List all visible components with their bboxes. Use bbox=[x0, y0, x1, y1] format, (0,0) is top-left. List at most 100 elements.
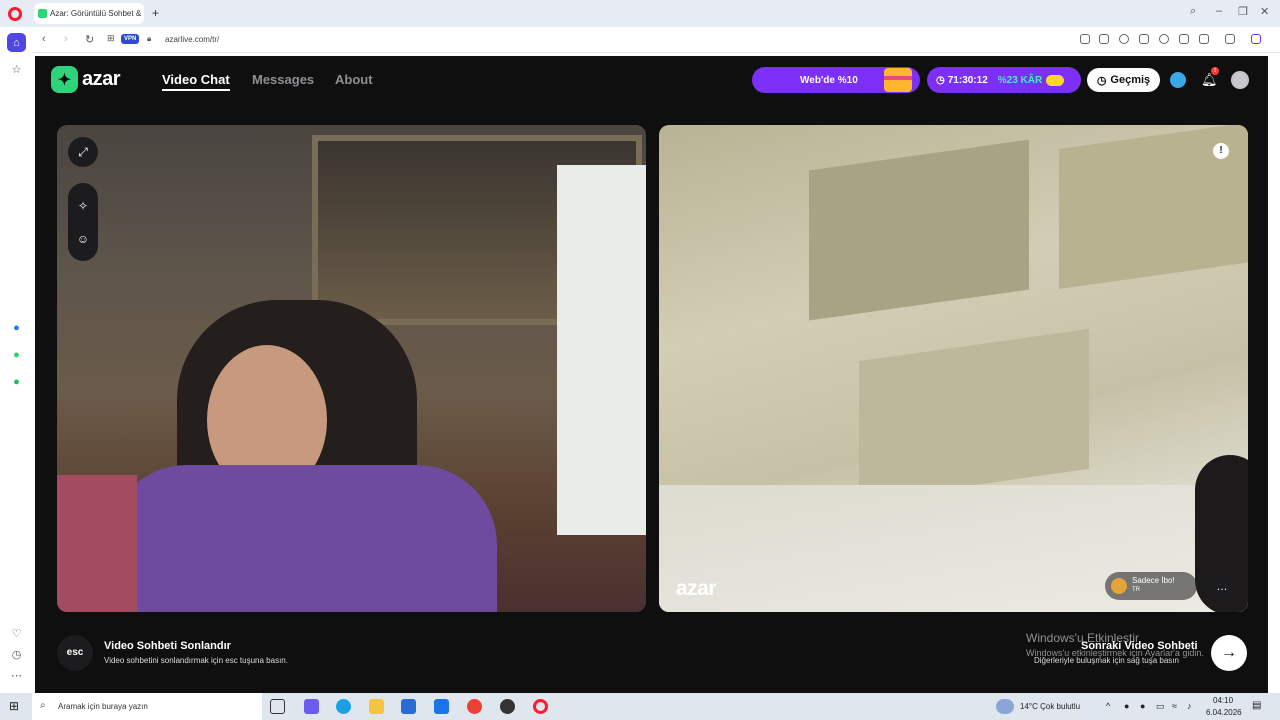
close-icon[interactable]: ✕ bbox=[1260, 5, 1269, 18]
timer-text: 71:30:12 bbox=[947, 74, 988, 86]
tray-app-icon[interactable]: ● bbox=[1124, 701, 1129, 711]
minimize-icon[interactable]: – bbox=[1216, 5, 1222, 17]
fridge-image bbox=[557, 165, 646, 535]
lock-icon[interactable]: 🔒︎ bbox=[147, 34, 151, 44]
store-icon[interactable] bbox=[401, 699, 416, 714]
player-icon[interactable] bbox=[1139, 34, 1149, 44]
blanket-image bbox=[57, 475, 137, 612]
task-view-icon[interactable] bbox=[270, 699, 285, 714]
azar-logo-icon: ✦ bbox=[51, 66, 78, 93]
file-explorer-icon[interactable] bbox=[369, 699, 384, 714]
azar-app: ✦ azar Video Chat Messages About Web'de … bbox=[35, 56, 1268, 693]
browser-tab[interactable]: Azar: Görüntülü Sohbet & bbox=[34, 3, 144, 24]
web-promo-button[interactable]: Web'de %10 bbox=[752, 67, 920, 93]
self-camera-view: ⤢ ✧ ☺ bbox=[57, 125, 646, 612]
edge-icon[interactable] bbox=[336, 699, 351, 714]
sticker-icon[interactable]: ☺ bbox=[68, 223, 98, 256]
profile-icon[interactable] bbox=[1199, 34, 1209, 44]
watermark-id: XX3J87Zpa+ bbox=[743, 586, 778, 592]
chrome-icon[interactable] bbox=[467, 699, 482, 714]
address-bar: ‹ › ↻ ⊞ VPN 🔒︎ azarlive.com/tr/ bbox=[33, 27, 1280, 53]
pinboard-icon[interactable]: ☆ bbox=[7, 60, 26, 79]
next-chat-title: Sonraki Video Sohbeti bbox=[1081, 640, 1198, 652]
nav-about[interactable]: About bbox=[335, 72, 373, 87]
nav-messages[interactable]: Messages bbox=[252, 72, 314, 87]
sweater-image bbox=[107, 465, 497, 612]
logo-text: azar bbox=[82, 68, 121, 90]
opera-logo-icon[interactable] bbox=[8, 7, 22, 21]
azar-watermark: azar bbox=[676, 577, 717, 600]
tray-expand-icon[interactable]: ^ bbox=[1106, 701, 1110, 711]
copilot-icon[interactable] bbox=[304, 699, 319, 714]
ceiling-tile-image bbox=[809, 139, 1029, 321]
open-chat-button[interactable]: … bbox=[1208, 573, 1236, 601]
network-icon[interactable]: ▭ bbox=[1156, 701, 1165, 712]
share-icon[interactable] bbox=[1080, 34, 1090, 44]
app-icon[interactable] bbox=[500, 699, 515, 714]
search-icon: ⌕ bbox=[40, 700, 46, 711]
more-icon[interactable]: ⋯ bbox=[7, 666, 26, 685]
notification-badge: 1 bbox=[1211, 67, 1219, 75]
tab-snap-icon[interactable]: ⊞ bbox=[107, 33, 115, 44]
windows-taskbar: ⊞ ⌕ Aramak için buraya yazın 14°C Çok bu… bbox=[0, 693, 1280, 720]
history-icon[interactable]: ◷ bbox=[7, 645, 26, 664]
browser-sidebar: ⌂ ☆ ● ● ● ♡ ◷ ⋯ bbox=[0, 27, 33, 693]
history-icon: ◷ bbox=[1096, 74, 1107, 87]
reload-icon[interactable]: ↻ bbox=[85, 33, 94, 46]
clock-time[interactable]: 04:10 bbox=[1213, 696, 1233, 705]
spotify-icon[interactable]: ● bbox=[7, 372, 26, 391]
weather-icon[interactable] bbox=[996, 699, 1014, 714]
whatsapp-icon[interactable]: ● bbox=[7, 345, 26, 364]
timer-offer-button[interactable]: ◷ 71:30:12 %23 KÂR bbox=[927, 67, 1081, 93]
chat-bubble-icon[interactable] bbox=[1170, 72, 1186, 88]
volume-icon[interactable]: ♪ bbox=[1187, 701, 1192, 711]
gift-icon bbox=[884, 68, 912, 92]
camera-icon[interactable] bbox=[1099, 34, 1109, 44]
microphone-icon[interactable]: ● bbox=[1140, 701, 1145, 711]
notifications-icon[interactable]: ▤ bbox=[1252, 700, 1261, 711]
wifi-icon[interactable]: ≈ bbox=[1172, 701, 1177, 711]
home-icon[interactable]: ⌂ bbox=[7, 33, 26, 52]
next-chat-hint: Diğerleriyle buluşmak için sağ tuşa bası… bbox=[1034, 656, 1179, 665]
history-button[interactable]: ◷ Geçmiş bbox=[1087, 68, 1160, 92]
search-tabs-icon[interactable]: ⌕ bbox=[1190, 5, 1196, 18]
peer-name: Sadece İbo! bbox=[1132, 576, 1175, 585]
peer-country: TR bbox=[1132, 587, 1140, 593]
avatar[interactable] bbox=[1231, 71, 1249, 89]
messenger-icon[interactable]: ● bbox=[7, 318, 26, 337]
forward-icon[interactable]: › bbox=[64, 33, 68, 45]
opera-taskbar-icon[interactable] bbox=[533, 699, 548, 714]
clock-icon: ◷ bbox=[936, 74, 945, 86]
history-label: Geçmiş bbox=[1110, 74, 1151, 86]
windows-start-icon[interactable]: ⊞ bbox=[9, 699, 24, 714]
end-chat-hint: Video sohbetini sonlandırmak için esc tu… bbox=[104, 656, 288, 665]
effects-toolbar: ✧ ☺ bbox=[68, 183, 98, 261]
favorites-icon[interactable]: ♡ bbox=[7, 624, 26, 643]
coin-icon bbox=[1046, 74, 1065, 86]
back-icon[interactable]: ‹ bbox=[42, 33, 46, 45]
maximize-icon[interactable]: ❐ bbox=[1238, 5, 1248, 18]
peer-profile-pill[interactable]: Sadece İbo! TR bbox=[1105, 572, 1197, 600]
partner-camera-view: ! azar XX3J87Zpa+ Sadece İbo! TR … bbox=[659, 125, 1248, 612]
adblock-icon[interactable] bbox=[1119, 34, 1129, 44]
report-button[interactable]: ! bbox=[1213, 143, 1229, 159]
tab-list-icon[interactable] bbox=[1179, 34, 1189, 44]
heart-icon[interactable] bbox=[1159, 34, 1169, 44]
next-chat-button[interactable]: → bbox=[1211, 635, 1247, 671]
nav-video-chat[interactable]: Video Chat bbox=[162, 72, 230, 91]
fullscreen-button[interactable]: ⤢ bbox=[68, 137, 98, 167]
magic-wand-icon[interactable]: ✧ bbox=[68, 190, 98, 223]
new-tab-button[interactable]: + bbox=[152, 6, 159, 20]
clock-date[interactable]: 6.04.2026 bbox=[1206, 708, 1242, 717]
extensions-icon[interactable] bbox=[1225, 34, 1235, 44]
end-chat-esc-button[interactable]: esc bbox=[57, 635, 93, 671]
ceiling-tile-image bbox=[859, 328, 1089, 502]
taskbar-search[interactable]: ⌕ Aramak için buraya yazın bbox=[32, 693, 262, 720]
weather-text[interactable]: 14°C Çok bulutlu bbox=[1020, 702, 1080, 711]
vpn-badge[interactable]: VPN bbox=[121, 34, 140, 44]
discount-text: %23 KÂR bbox=[997, 74, 1043, 86]
mail-icon[interactable] bbox=[434, 699, 449, 714]
azar-logo[interactable]: ✦ azar bbox=[51, 66, 121, 93]
ai-icon[interactable] bbox=[1251, 34, 1261, 44]
url-field[interactable]: azarlive.com/tr/ bbox=[165, 35, 219, 44]
